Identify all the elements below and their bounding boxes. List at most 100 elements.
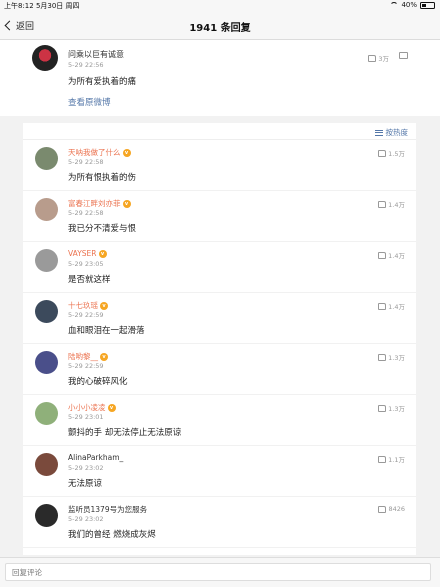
status-bar: 上午8:12 5月30日 周四 40% xyxy=(0,0,440,12)
thumbs-up-icon xyxy=(378,200,387,208)
status-right: 40% xyxy=(390,1,435,9)
comment-like-button[interactable]: 1.3万 xyxy=(378,403,405,413)
vip-badge-icon: v xyxy=(98,249,107,258)
comment-like-button[interactable]: 1.4万 xyxy=(378,199,405,209)
comment-author[interactable]: 陆哟黎__ v xyxy=(68,351,108,362)
avatar[interactable] xyxy=(35,147,58,170)
thumbs-up-icon xyxy=(378,455,387,463)
thumbs-up-icon xyxy=(378,505,387,513)
original-text: 为所有爱执着的痛 xyxy=(68,77,137,87)
comment-text: 是否就这样 xyxy=(68,275,111,285)
avatar[interactable] xyxy=(35,453,58,476)
comment-author-name: AlinaParkham_ xyxy=(68,453,124,462)
comment-text: 我的心破碎风化 xyxy=(68,377,128,387)
comment-time: 5-29 23:02 xyxy=(68,464,104,472)
status-time-date: 上午8:12 5月30日 周四 xyxy=(4,2,80,10)
sort-label: 按热度 xyxy=(385,128,409,137)
thumbs-up-icon xyxy=(378,404,387,412)
thumbs-up-icon xyxy=(378,302,387,310)
comment-time: 5-29 23:02 xyxy=(68,515,104,523)
list-item[interactable]: 天呐我做了什么 v 5-29 22:58 为所有恨执着的伤 1.5万 xyxy=(23,141,416,191)
list-item[interactable]: VAYSER v 5-29 23:05 是否就这样 1.4万 xyxy=(23,243,416,293)
comment-like-button[interactable]: 1.3万 xyxy=(378,352,405,362)
view-original-link[interactable]: 查看原微博 xyxy=(68,96,111,108)
comment-like-count: 1.3万 xyxy=(388,354,405,362)
original-time: 5-29 22:56 xyxy=(68,61,104,69)
comment-author[interactable]: 监听员1379号为您服务 xyxy=(68,504,147,515)
comment-text: 颤抖的手 却无法停止无法原谅 xyxy=(68,428,182,438)
thumbs-up-icon xyxy=(368,54,377,62)
comment-author[interactable]: 小小小凌凌 v xyxy=(68,402,116,413)
comment-author-name: 陆哟黎__ xyxy=(68,352,98,361)
vip-badge-icon: v xyxy=(122,199,131,208)
avatar[interactable] xyxy=(35,504,58,527)
comment-like-count: 1.5万 xyxy=(388,150,405,158)
list-item[interactable]: 小小小凌凌 v 5-29 23:01 颤抖的手 却无法停止无法原谅 1.3万 xyxy=(23,396,416,446)
avatar[interactable] xyxy=(32,45,58,71)
comment-author[interactable]: AlinaParkham_ xyxy=(68,453,123,462)
vip-badge-icon: v xyxy=(100,301,108,310)
original-like-button[interactable]: 3万 xyxy=(368,53,389,63)
battery-fill xyxy=(422,3,427,7)
original-post: 问乘以巨有诚意 5-29 22:56 为所有爱执着的痛 查看原微博 3万 xyxy=(0,40,440,116)
vip-badge-icon: v xyxy=(107,403,116,412)
comment-text: 血和眼泪在一起滑落 xyxy=(68,326,145,336)
sort-by-hot-button[interactable]: 按热度 xyxy=(374,127,409,138)
comment-author[interactable]: 富春江畔刘亦菲 v xyxy=(68,198,131,209)
reply-input[interactable] xyxy=(5,563,431,581)
battery-icon xyxy=(420,1,435,9)
comment-time: 5-29 23:01 xyxy=(68,413,104,421)
nav-bar: 返回 1941 条回复 xyxy=(0,12,440,40)
battery-percent: 40% xyxy=(401,1,417,9)
list-item[interactable]: 十七玖瑶 v 5-29 22:59 血和眼泪在一起滑落 1.4万 xyxy=(23,294,416,344)
comment-text: 无法原谅 xyxy=(68,479,103,489)
comment-like-count: 1.1万 xyxy=(388,456,405,464)
comment-author[interactable]: 天呐我做了什么 v xyxy=(68,147,131,158)
comment-text: 我们的曾经 燃烧成灰烬 xyxy=(68,530,156,540)
reply-bar xyxy=(0,557,440,587)
comment-time: 5-29 22:59 xyxy=(68,311,104,319)
comment-author-name: 十七玖瑶 xyxy=(68,301,98,310)
comment-like-button[interactable]: 1.4万 xyxy=(378,301,405,311)
sort-bar: 按热度 xyxy=(23,123,416,140)
comment-like-count: 1.3万 xyxy=(388,405,405,413)
comment-like-button[interactable]: 1.5万 xyxy=(378,148,405,158)
comment-like-button[interactable]: 8426 xyxy=(378,505,405,513)
comment-text: 为所有恨执着的伤 xyxy=(68,173,137,183)
list-item[interactable]: 陆哟黎__ v 5-29 22:59 我的心破碎风化 1.3万 xyxy=(23,345,416,395)
comment-author-name: 监听员1379号为您服务 xyxy=(68,505,148,514)
comment-like-button[interactable]: 1.4万 xyxy=(378,250,405,260)
comments-panel: 按热度 天呐我做了什么 v 5-29 22:58 为所有恨执着的伤 1.5万 富春江畔刘亦… xyxy=(23,123,416,555)
comment-author[interactable]: VAYSER v xyxy=(68,249,107,258)
comment-author-name: 富春江畔刘亦菲 xyxy=(68,199,121,208)
sort-icon xyxy=(374,129,383,136)
comment-like-button[interactable]: 1.1万 xyxy=(378,454,405,464)
comment-like-count: 1.4万 xyxy=(388,303,405,311)
comment-author[interactable]: 十七玖瑶 v xyxy=(68,300,108,311)
page-title: 1941 条回复 xyxy=(189,23,251,34)
comment-like-count: 8426 xyxy=(388,505,405,513)
avatar[interactable] xyxy=(35,402,58,425)
original-author-name[interactable]: 问乘以巨有诚意 xyxy=(68,49,124,60)
comment-like-count: 1.4万 xyxy=(388,201,405,209)
comment-icon[interactable] xyxy=(399,52,408,59)
comment-time: 5-29 22:58 xyxy=(68,209,104,217)
wifi-icon xyxy=(390,2,399,8)
comment-time: 5-29 22:59 xyxy=(68,362,104,370)
avatar[interactable] xyxy=(35,198,58,221)
comment-author-name: 天呐我做了什么 xyxy=(68,148,121,157)
comment-time: 5-29 23:05 xyxy=(68,260,104,268)
vip-badge-icon: v xyxy=(100,352,108,361)
list-item[interactable]: AlinaParkham_ 5-29 23:02 无法原谅 1.1万 xyxy=(23,447,416,497)
comment-author-name: 小小小凌凌 xyxy=(68,403,106,412)
list-item[interactable]: 监听员1379号为您服务 5-29 23:02 我们的曾经 燃烧成灰烬 8426 xyxy=(23,498,416,548)
avatar[interactable] xyxy=(35,300,58,323)
avatar[interactable] xyxy=(35,249,58,272)
comment-text: 我已分不清爱与恨 xyxy=(68,224,137,234)
thumbs-up-icon xyxy=(378,251,387,259)
comment-like-count: 1.4万 xyxy=(388,252,405,260)
list-item[interactable]: 富春江畔刘亦菲 v 5-29 22:58 我已分不清爱与恨 1.4万 xyxy=(23,192,416,242)
comment-author-name: VAYSER xyxy=(68,249,97,258)
thumbs-up-icon xyxy=(378,149,387,157)
avatar[interactable] xyxy=(35,351,58,374)
